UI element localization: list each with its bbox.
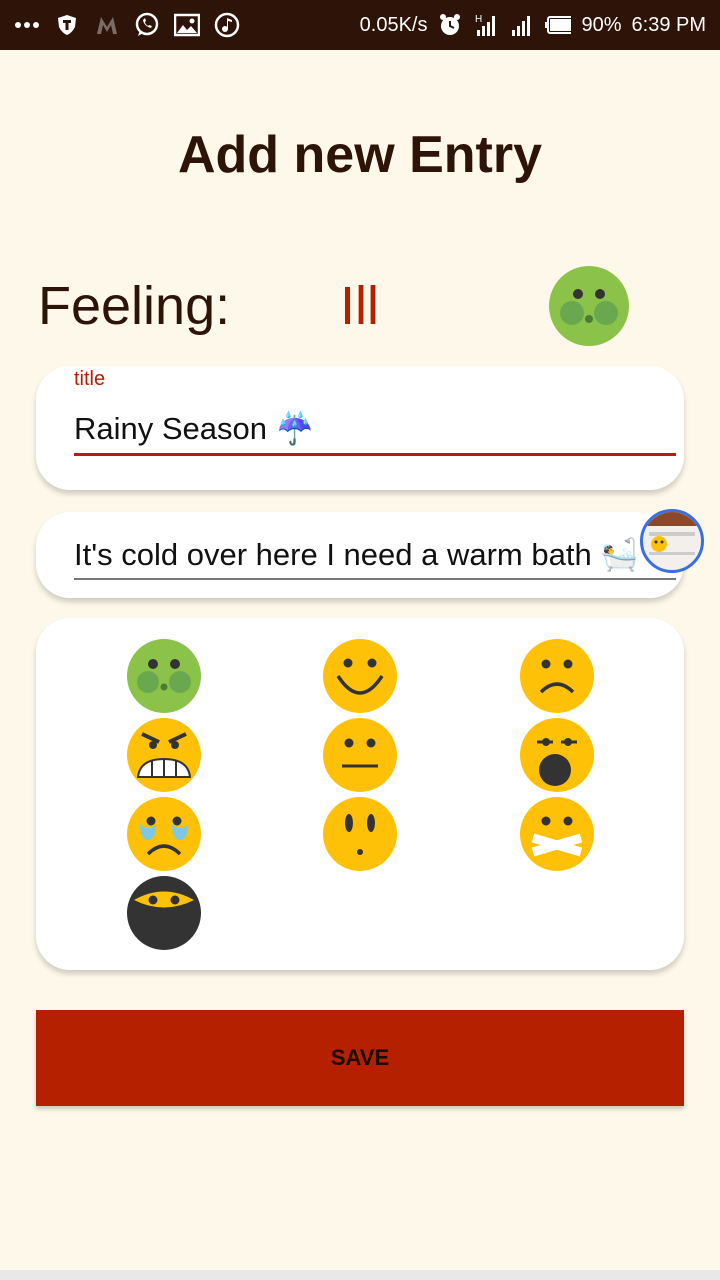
- feeling-label: Feeling:: [38, 276, 231, 336]
- page-title: Add new Entry: [177, 126, 543, 184]
- navigation-bar: [0, 1270, 720, 1280]
- battery-icon: [545, 12, 572, 38]
- ill-face-icon: [549, 266, 629, 346]
- alarm-icon: [437, 12, 463, 38]
- title-field-label: title: [74, 368, 106, 390]
- svg-text:H: H: [475, 14, 482, 25]
- emoji-picker-card: [36, 618, 684, 970]
- crying-emoji-option[interactable]: [126, 796, 202, 872]
- neutral-emoji-option[interactable]: [322, 717, 398, 793]
- status-right-icons: 0.05K/s H 90% 6:39 PM: [360, 12, 706, 38]
- music-icon: [214, 12, 240, 38]
- title-input[interactable]: [74, 404, 676, 456]
- floating-chat-head-icon[interactable]: [640, 509, 704, 573]
- sad-emoji-option[interactable]: [519, 638, 595, 714]
- shield-icon: [54, 12, 80, 38]
- angry-emoji-option[interactable]: [126, 717, 202, 793]
- signal-h-icon: H: [473, 12, 499, 38]
- ninja-emoji-option[interactable]: [126, 875, 202, 951]
- description-input[interactable]: [74, 530, 676, 580]
- image-icon: [174, 12, 200, 38]
- feeling-value: Ill: [340, 276, 379, 336]
- description-card: [36, 512, 684, 598]
- m-logo-icon: [94, 12, 120, 38]
- save-button[interactable]: SAVE: [36, 1010, 684, 1106]
- silenced-emoji-option[interactable]: [519, 796, 595, 872]
- battery-level: 90%: [581, 13, 622, 36]
- status-bar: 0.05K/s H 90% 6:39 PM: [0, 0, 720, 50]
- title-card: title: [36, 366, 684, 490]
- clock-time: 6:39 PM: [631, 13, 706, 36]
- ill-emoji-option[interactable]: [126, 638, 202, 714]
- surprised-emoji-option[interactable]: [322, 796, 398, 872]
- shocked-emoji-option[interactable]: [519, 717, 595, 793]
- more-dots-icon: [14, 12, 40, 38]
- happy-emoji-option[interactable]: [322, 638, 398, 714]
- network-speed: 0.05K/s: [359, 13, 428, 36]
- signal-icon: [509, 12, 535, 38]
- whatsapp-icon: [134, 12, 160, 38]
- status-left-icons: [14, 12, 240, 38]
